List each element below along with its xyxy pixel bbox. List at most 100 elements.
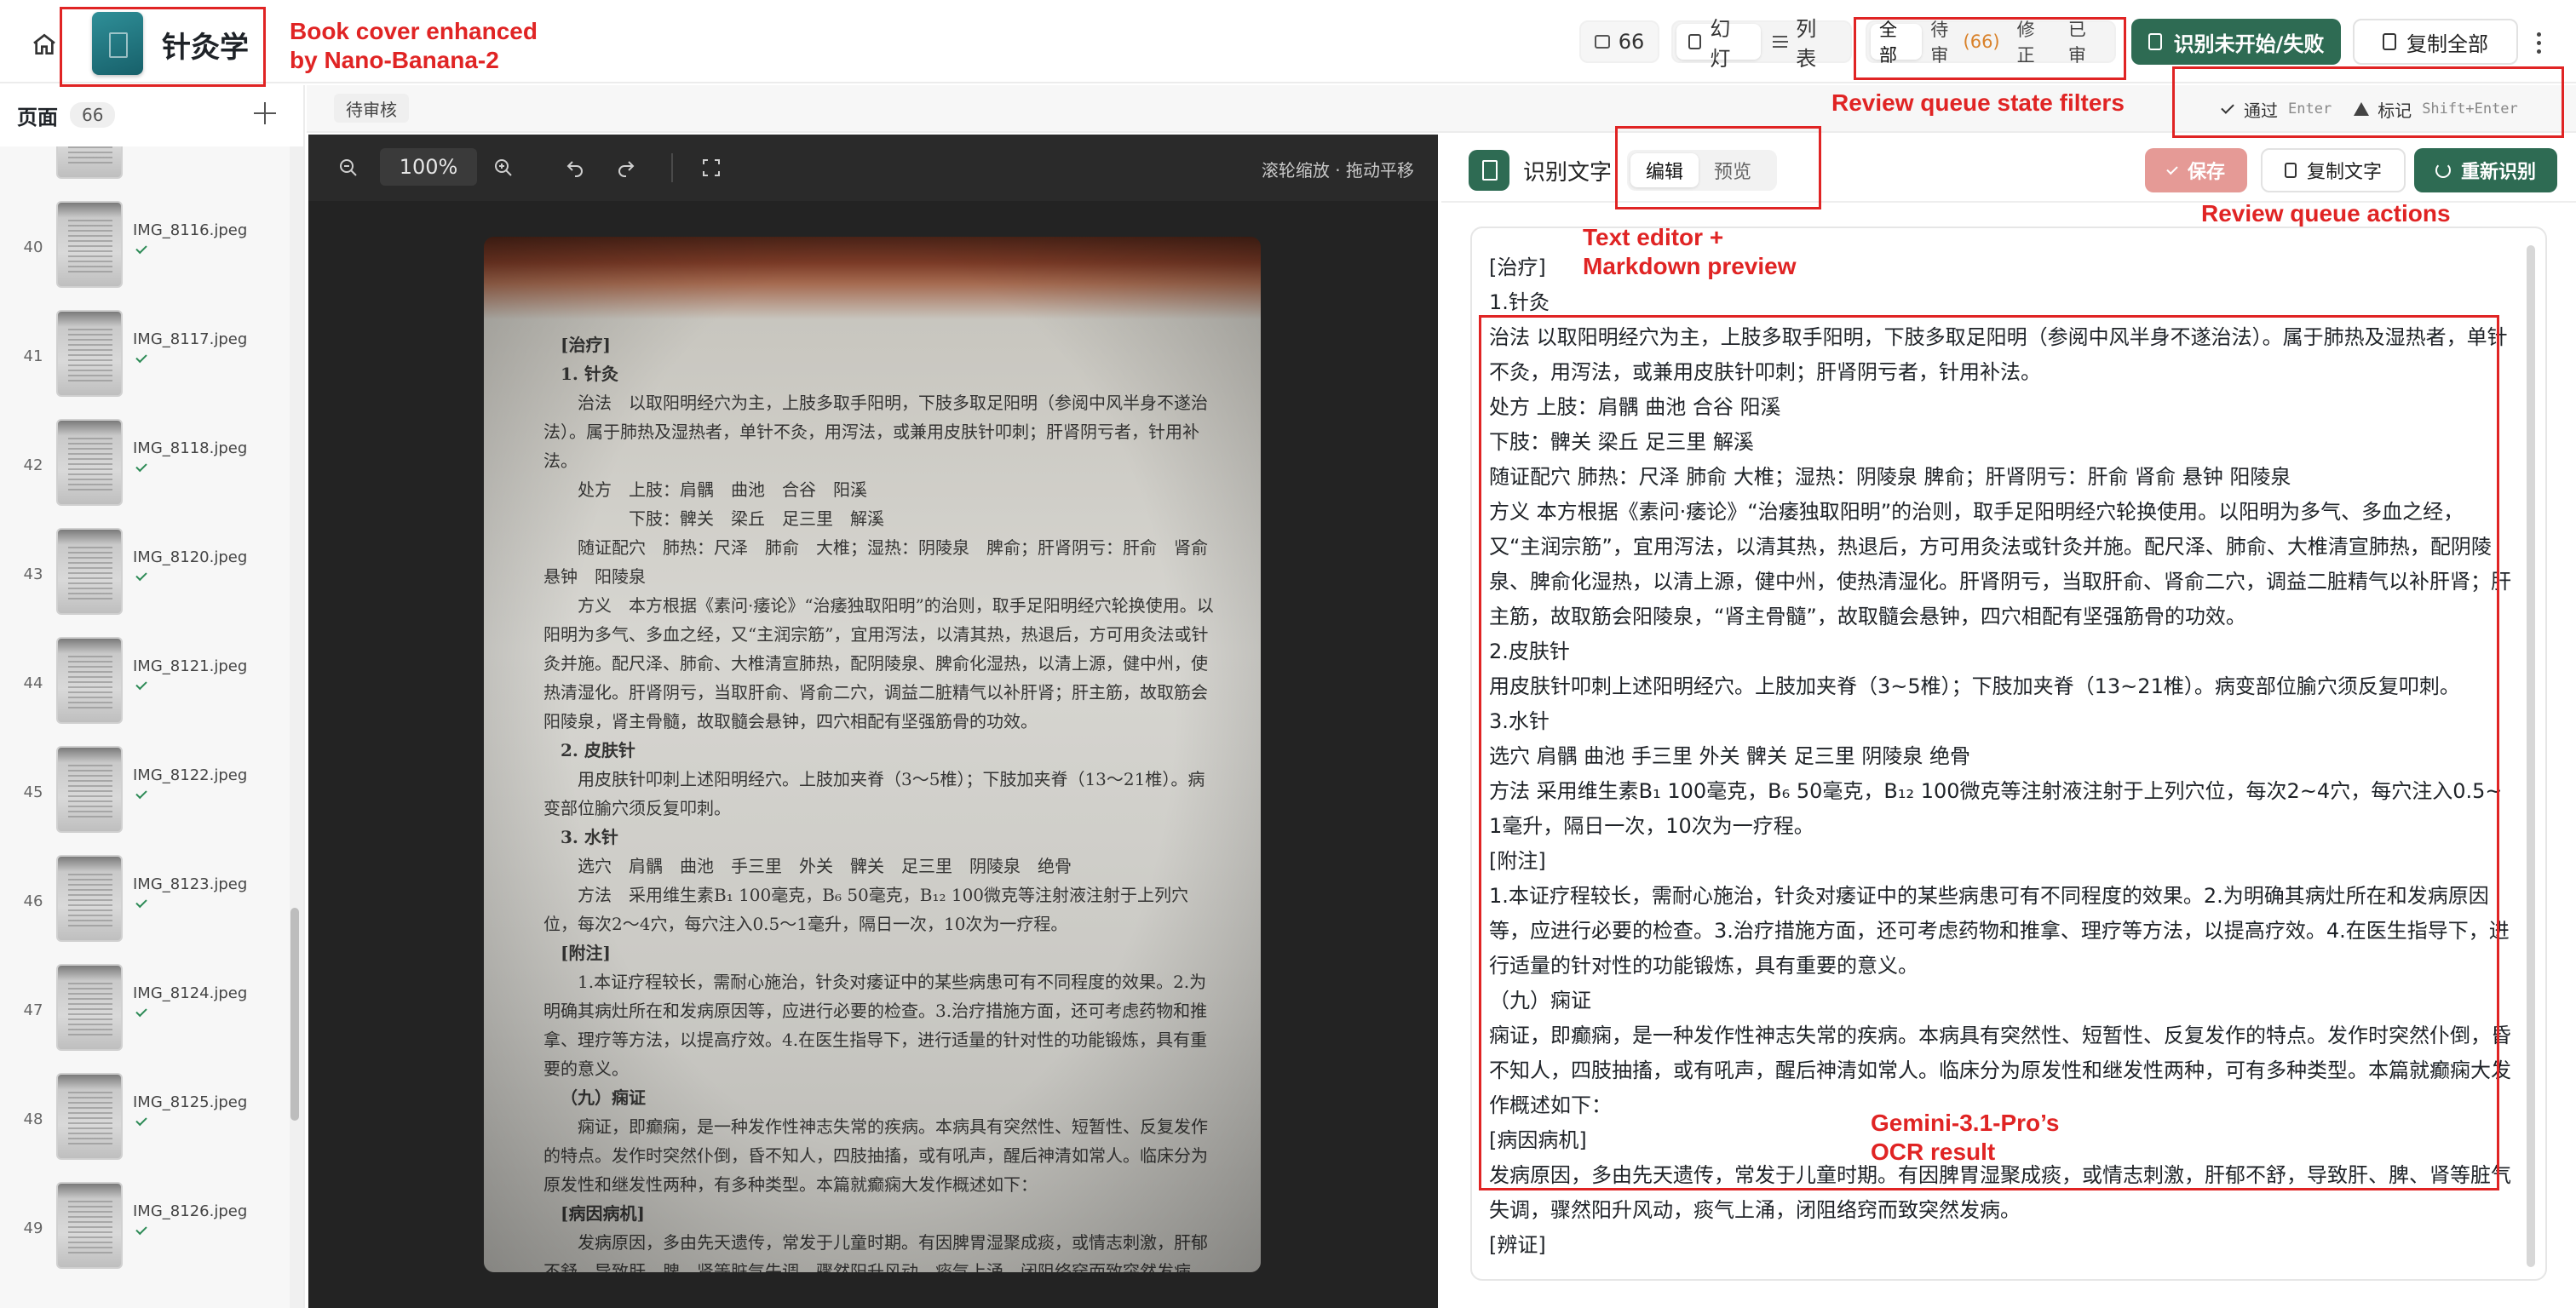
filter-corrected[interactable]: 修正 xyxy=(2009,20,2060,66)
check-icon xyxy=(135,1005,147,1018)
check-icon xyxy=(135,787,147,800)
page-number: 40 xyxy=(23,238,43,256)
more-menu-icon[interactable] xyxy=(2521,26,2556,60)
page-list-item[interactable]: 45 IMG_8122.jpeg xyxy=(0,741,290,850)
filter-pending[interactable]: 待审 (66) xyxy=(1922,20,2008,66)
page-number: 48 xyxy=(23,1110,43,1128)
page-list-item[interactable]: 40 IMG_8116.jpeg xyxy=(0,196,290,305)
flag-action[interactable]: 标记 Shift+Enter xyxy=(2354,97,2518,122)
page-list-item[interactable]: 43 IMG_8120.jpeg xyxy=(0,523,290,632)
page-filename: IMG_8118.jpeg xyxy=(133,439,248,457)
ocr-title: 识别文字 xyxy=(1523,160,1613,186)
annotation-cover: Book cover enhanced by Nano-Banana-2 xyxy=(290,18,538,73)
image-count: 66 xyxy=(1618,30,1645,54)
page-thumbnail xyxy=(56,528,123,615)
page-filename: IMG_8121.jpeg xyxy=(133,657,248,675)
zoom-in-icon xyxy=(495,159,512,176)
redo-button[interactable] xyxy=(612,153,641,182)
home-button[interactable] xyxy=(26,26,63,63)
view-slide-button[interactable]: 幻灯 xyxy=(1676,17,1762,71)
rerun-ocr-button[interactable]: 重新识别 xyxy=(2414,148,2557,192)
redo-icon xyxy=(618,161,635,177)
check-icon xyxy=(135,1223,147,1236)
tab-preview[interactable]: 预览 xyxy=(1699,153,1767,187)
tab-edit[interactable]: 编辑 xyxy=(1630,153,1699,187)
copy-text-button[interactable]: 复制文字 xyxy=(2261,148,2406,192)
page-thumbnail xyxy=(56,1182,123,1269)
undo-button[interactable] xyxy=(561,153,589,182)
sidebar-title: 页面 xyxy=(17,105,58,129)
fit-screen-button[interactable] xyxy=(697,153,726,182)
zoom-level[interactable]: 100% xyxy=(380,148,477,186)
ocr-header: 识别文字 编辑 预览 保存 复制文字 重新识别 xyxy=(1441,135,2576,203)
page-number: 45 xyxy=(23,783,43,801)
approve-action[interactable]: 通过 Enter xyxy=(2221,97,2332,122)
warning-icon xyxy=(2354,102,2370,116)
page-thumbnail xyxy=(56,855,123,942)
page-filename: IMG_8123.jpeg xyxy=(133,875,248,893)
annotation-ocr: Gemini-3.1-Pro’s OCR result xyxy=(1871,1110,2060,1165)
home-icon xyxy=(33,33,55,54)
page-number: 44 xyxy=(23,674,43,692)
pending-review-tag: 待审核 xyxy=(334,94,409,123)
add-page-icon[interactable] xyxy=(254,102,276,124)
page-list-item[interactable]: 49 IMG_8126.jpeg xyxy=(0,1177,290,1286)
sidebar-scrollbar-thumb[interactable] xyxy=(290,908,299,1121)
pending-count: (66) xyxy=(1963,32,2000,52)
page-number: 49 xyxy=(23,1219,43,1237)
annotation-actions: Review queue actions xyxy=(2201,200,2451,227)
page-sidebar: 页面 66 40 IMG_8116.jpeg 41 IMG_8117.jpeg 42 IM… xyxy=(0,85,305,1308)
page-list-item[interactable]: 48 IMG_8125.jpeg xyxy=(0,1068,290,1177)
undo-icon xyxy=(566,161,583,177)
copy-all-button[interactable]: 复制全部 xyxy=(2353,19,2518,65)
page-list: 40 IMG_8116.jpeg 41 IMG_8117.jpeg 42 IMG_8118… xyxy=(0,146,290,1308)
page-list-item[interactable]: 46 IMG_8123.jpeg xyxy=(0,850,290,959)
flag-shortcut: Shift+Enter xyxy=(2422,100,2518,118)
page-number: 46 xyxy=(23,892,43,910)
filter-reviewed[interactable]: 已审 xyxy=(2060,20,2111,66)
view-list-button[interactable]: 列表 xyxy=(1761,17,1847,71)
page-list-item[interactable]: 41 IMG_8117.jpeg xyxy=(0,305,290,414)
page-filename: IMG_8126.jpeg xyxy=(133,1202,248,1220)
copy-icon xyxy=(2284,163,2297,178)
zoom-out-button[interactable] xyxy=(334,153,363,182)
save-button[interactable]: 保存 xyxy=(2145,148,2247,192)
document-icon xyxy=(1469,150,1509,191)
image-count-badge: 66 xyxy=(1579,20,1659,63)
page-list-item[interactable]: 42 IMG_8118.jpeg xyxy=(0,414,290,523)
page-filename: IMG_8116.jpeg xyxy=(133,221,248,239)
page-thumbnail xyxy=(56,310,123,397)
image-viewer: 100% 滚轮缩放 · 拖动平移 [治疗]1. 针灸治法 以取阳明经穴为主，上肢… xyxy=(308,135,1438,1308)
filter-all[interactable]: 全部 xyxy=(1871,20,1923,66)
book-cover-image[interactable] xyxy=(92,12,143,75)
page-list-item[interactable]: 44 IMG_8121.jpeg xyxy=(0,632,290,741)
page-filename: IMG_8125.jpeg xyxy=(133,1093,248,1111)
page-filename: IMG_8122.jpeg xyxy=(133,766,248,784)
page-thumbnail xyxy=(56,637,123,724)
sidebar-header: 页面 66 xyxy=(0,85,303,145)
page-list-item[interactable] xyxy=(0,146,290,196)
refresh-icon xyxy=(2435,163,2451,178)
page-thumbnail xyxy=(56,964,123,1051)
book-title: 针灸学 xyxy=(162,31,249,65)
check-icon xyxy=(135,460,147,473)
fullscreen-icon xyxy=(703,159,720,176)
zoom-in-button[interactable] xyxy=(489,153,518,182)
check-icon xyxy=(135,896,147,909)
page-photo[interactable]: [治疗]1. 针灸治法 以取阳明经穴为主，上肢多取手阳明，下肢多取足阳明（参阅中… xyxy=(484,237,1261,1272)
check-icon xyxy=(135,678,147,691)
viewer-toolbar: 100% 滚轮缩放 · 拖动平移 xyxy=(308,135,1438,201)
sidebar-scrollbar-track[interactable] xyxy=(290,146,303,1308)
check-icon xyxy=(135,242,147,255)
page-thumbnail xyxy=(56,201,123,288)
image-icon xyxy=(1594,35,1610,49)
editor-scrollbar[interactable] xyxy=(2527,245,2535,1267)
check-icon xyxy=(2166,163,2178,175)
page-thumbnail xyxy=(56,419,123,506)
page-list-item[interactable]: 47 IMG_8124.jpeg xyxy=(0,959,290,1068)
recognize-pending-button[interactable]: 识别未开始/失败 xyxy=(2131,19,2341,65)
slide-icon xyxy=(1688,34,1702,49)
page-filename: IMG_8124.jpeg xyxy=(133,984,248,1002)
page-number: 41 xyxy=(23,347,43,365)
copy-icon xyxy=(2383,33,2396,50)
